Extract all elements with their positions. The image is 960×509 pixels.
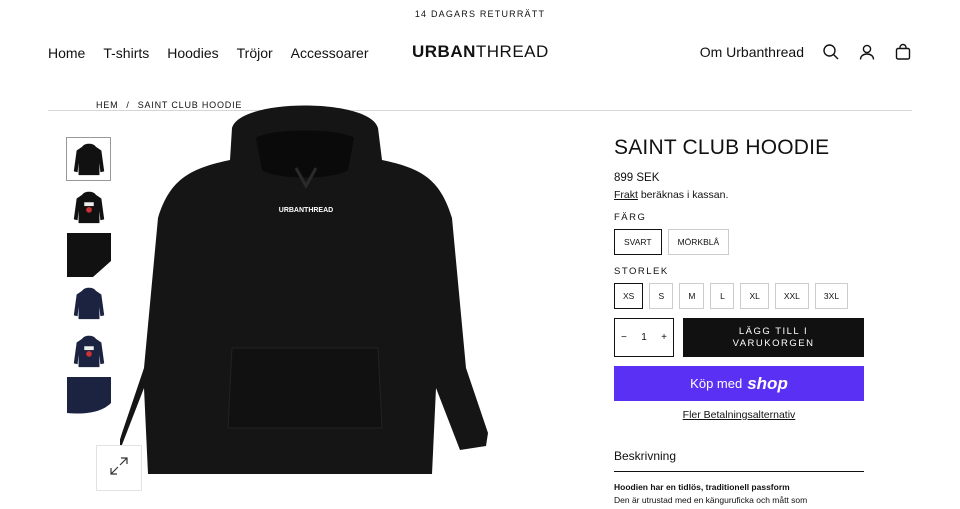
size-option-xs[interactable]: XS xyxy=(614,283,644,309)
main-image-logo: URBANTHREAD xyxy=(279,207,333,214)
product-info: SAINT CLUB HOODIE 899 SEK Frakt beräknas… xyxy=(614,136,864,505)
thumbnail-navy-front[interactable] xyxy=(66,281,111,325)
nav-item-home[interactable]: Home xyxy=(48,45,85,61)
color-label: FÄRG xyxy=(614,212,647,223)
nav-item-accessoarer[interactable]: Accessoarer xyxy=(291,45,369,61)
description-toggle[interactable]: Beskrivning xyxy=(614,449,864,472)
description-text: Den är utrustad med en känguruficka och … xyxy=(614,495,808,505)
thumbnail-black-front[interactable] xyxy=(66,137,111,181)
header-actions: Om Urbanthread xyxy=(700,43,912,61)
cart-icon[interactable] xyxy=(894,43,912,61)
more-payment-options-link[interactable]: Fler Betalningsalternativ xyxy=(614,409,864,421)
color-option-svart[interactable]: SVART xyxy=(614,229,662,255)
quantity-value[interactable]: 1 xyxy=(641,332,647,343)
site-logo[interactable]: URBANTHREAD xyxy=(412,42,549,62)
breadcrumb-current: SAINT CLUB HOODIE xyxy=(137,100,243,110)
product-main-image[interactable]: URBANTHREAD xyxy=(118,98,492,478)
breadcrumb-separator: / xyxy=(126,100,130,110)
expand-icon xyxy=(109,456,129,481)
announcement-text: 14 DAGARS RETURRÄTT xyxy=(414,9,546,19)
size-label: STORLEK xyxy=(614,266,669,277)
product-title: SAINT CLUB HOODIE xyxy=(614,136,830,159)
main-nav: Home T-shirts Hoodies Tröjor Accessoarer xyxy=(48,45,368,61)
thumbnail-navy-back[interactable] xyxy=(66,329,111,373)
breadcrumb: HEM / SAINT CLUB HOODIE xyxy=(96,100,242,110)
quantity-plus-button[interactable]: + xyxy=(661,332,667,343)
thumbnail-navy-detail[interactable] xyxy=(66,377,111,421)
shop-pay-prefix: Köp med xyxy=(690,376,743,391)
product-price: 899 SEK xyxy=(614,172,660,184)
logo-bold: URBAN xyxy=(412,42,476,61)
nav-item-hoodies[interactable]: Hoodies xyxy=(167,45,218,61)
shop-pay-logo: shop xyxy=(747,373,788,393)
nav-item-trojor[interactable]: Tröjor xyxy=(237,45,273,61)
description-title: Hoodien har en tidlös, traditionell pass… xyxy=(614,482,790,492)
thumbnail-black-detail[interactable] xyxy=(66,233,111,277)
quantity-minus-button[interactable]: − xyxy=(621,332,627,343)
shipping-note: Frakt beräknas i kassan. xyxy=(614,189,864,201)
account-icon[interactable] xyxy=(858,43,876,61)
thumbnail-list xyxy=(66,137,111,425)
size-option-xxl[interactable]: XXL xyxy=(774,283,809,309)
site-header: Home T-shirts Hoodies Tröjor Accessoarer… xyxy=(0,28,960,111)
color-option-morkbla[interactable]: MÖRKBLÅ xyxy=(667,229,730,255)
shipping-text: beräknas i kassan. xyxy=(637,189,729,201)
search-icon[interactable] xyxy=(822,43,840,61)
breadcrumb-home[interactable]: HEM xyxy=(96,100,118,110)
shipping-link[interactable]: Frakt xyxy=(614,189,638,201)
size-option-3xl[interactable]: 3XL xyxy=(814,283,849,309)
zoom-button[interactable] xyxy=(96,445,142,491)
nav-item-tshirts[interactable]: T-shirts xyxy=(103,45,149,61)
size-option-l[interactable]: L xyxy=(710,283,735,309)
size-options: XS S M L XL XXL 3XL xyxy=(614,283,864,309)
quantity-stepper[interactable]: − 1 + xyxy=(614,318,674,357)
size-option-s[interactable]: S xyxy=(649,283,674,309)
color-options: SVART MÖRKBLÅ xyxy=(614,229,864,255)
shop-pay-button[interactable]: Köp med shop xyxy=(614,366,864,401)
buy-row: − 1 + LÄGG TILL I VARUKORGEN xyxy=(614,318,864,357)
thumbnail-black-back[interactable] xyxy=(66,185,111,229)
size-option-xl[interactable]: XL xyxy=(740,283,769,309)
logo-light: THREAD xyxy=(475,42,549,61)
announcement-bar: 14 DAGARS RETURRÄTT xyxy=(0,0,960,28)
add-to-cart-button[interactable]: LÄGG TILL I VARUKORGEN xyxy=(683,318,864,357)
size-option-m[interactable]: M xyxy=(679,283,705,309)
about-link[interactable]: Om Urbanthread xyxy=(700,44,804,60)
